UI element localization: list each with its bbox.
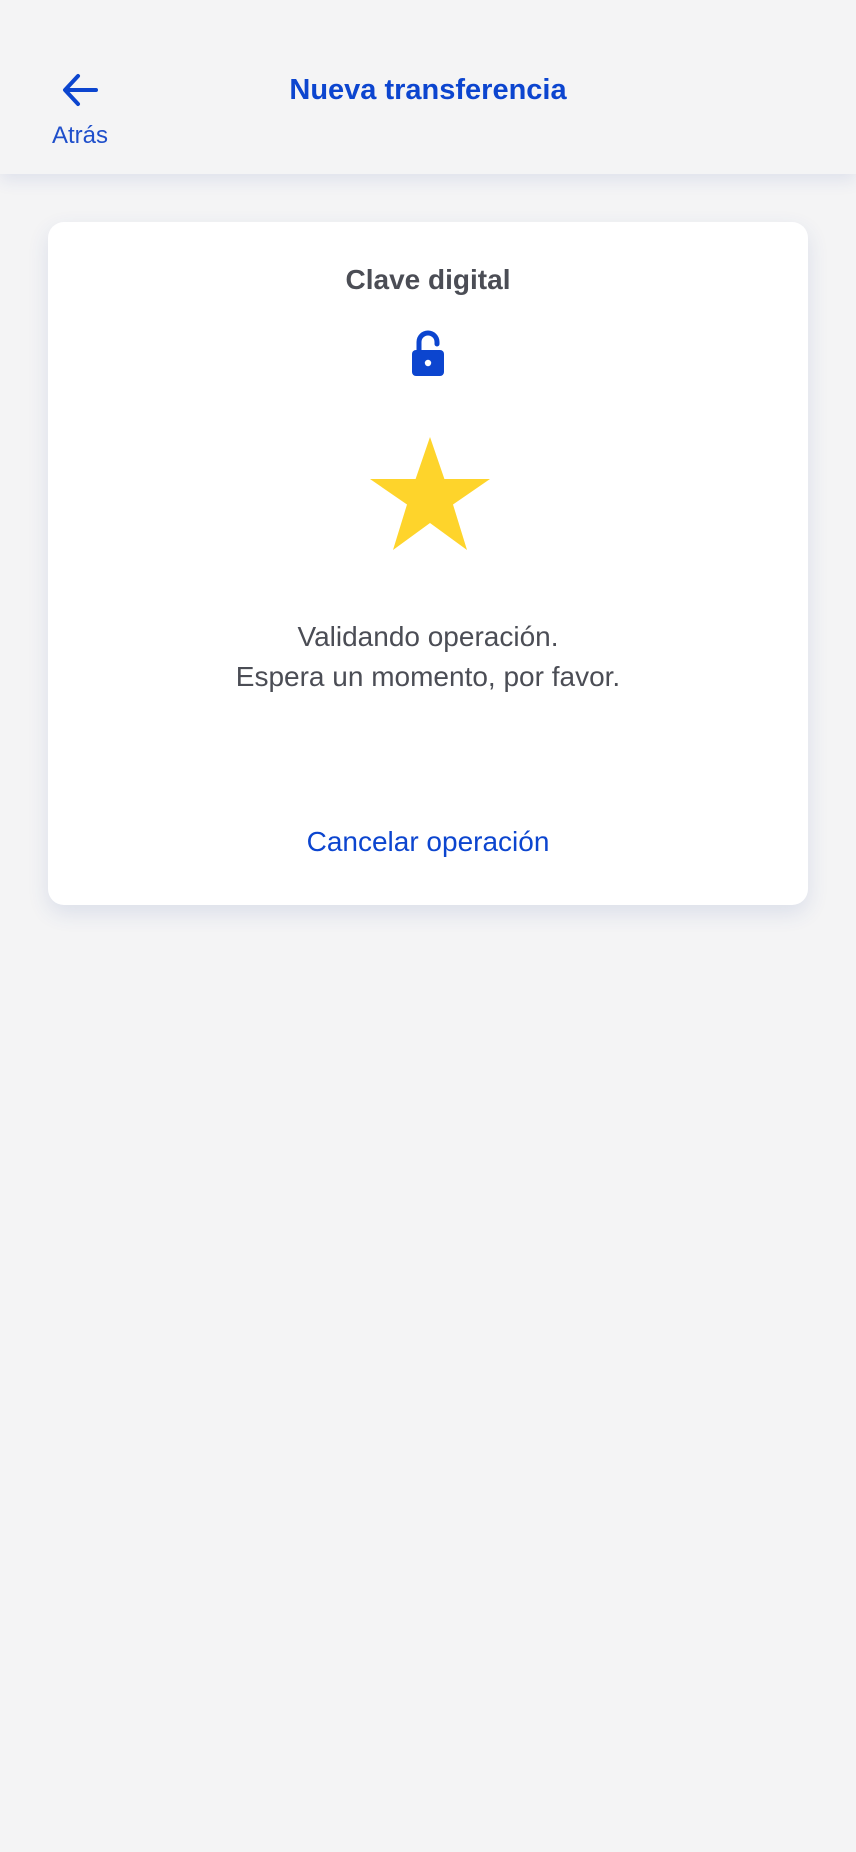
status-line-wait: Espera un momento, por favor. [235,661,621,692]
status-message: Validando operación. Espera un momento, … [48,617,808,697]
status-line-validating: Validando operación. [297,621,559,652]
back-label: Atrás [51,122,108,149]
card-title: Clave digital [345,264,511,295]
lock-icon [412,330,444,376]
star-icon [370,437,490,550]
cancel-operation-link[interactable]: Cancelar operación [248,826,608,858]
digital-key-card: Clave digital Validando operación. Esper… [48,222,808,905]
top-bar: Atrás Nueva transferencia [0,0,856,174]
page-title: Nueva transferencia [289,74,567,106]
